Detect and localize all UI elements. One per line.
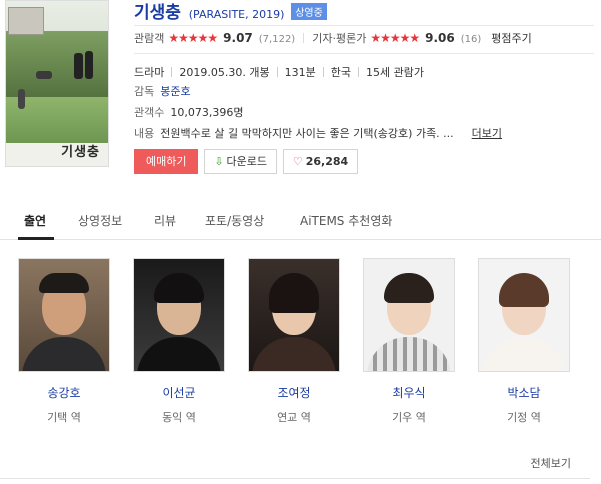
photo-hair [39, 273, 89, 293]
synopsis-row: 내용 전원백수로 살 길 막막하지만 사이는 좋은 기택(송강호) 가족. ...… [134, 125, 502, 141]
divider [134, 53, 594, 54]
audience-value: 10,073,396명 [170, 106, 244, 119]
cast-name[interactable]: 최우식 [363, 384, 455, 401]
cast-role: 기택 역 [47, 411, 81, 424]
active-tab-indicator [18, 237, 54, 240]
cast-photo[interactable] [363, 258, 455, 372]
cast-name[interactable]: 조여정 [248, 384, 340, 401]
rating-row: 관람객 ★★★★★ 9.07 (7,122) 기자·평론가 ★★★★★ 9.06 (16) 평점… [134, 30, 532, 48]
cast-photo[interactable] [18, 258, 110, 372]
director-name[interactable]: 봉준호 [160, 85, 190, 98]
cast-name[interactable]: 박소담 [478, 384, 570, 401]
synopsis-label: 내용 [134, 127, 155, 140]
director-label: 감독 [134, 85, 155, 98]
audience-row: 관객수 10,073,396명 [134, 104, 243, 120]
download-icon: ⇩ [214, 155, 224, 168]
tab-cast[interactable]: 출연 [24, 212, 46, 229]
critic-count: (16) [460, 34, 482, 45]
poster-figure [36, 71, 52, 79]
action-buttons: 예매하기 ⇩ 다운로드 ♡ 26,284 [134, 149, 360, 175]
cast-list: 송강호 기택 역 이선균 동익 역 조여정 연교 역 최우식 기우 역 박소담 … [0, 258, 601, 428]
divider [303, 33, 305, 43]
tab-reviews[interactable]: 리뷰 [154, 212, 176, 229]
divider [134, 25, 594, 26]
cast-name[interactable]: 송강호 [18, 384, 110, 401]
divider [171, 67, 173, 77]
tab-photos-videos[interactable]: 포토/동영상 [205, 212, 264, 229]
divider [276, 67, 278, 77]
synopsis-text: 전원백수로 살 길 막막하지만 사이는 좋은 기택(송강호) 가족. ... [160, 127, 454, 140]
cast-role: 연교 역 [277, 411, 311, 424]
poster-title: 기생충 [61, 145, 100, 160]
movie-title[interactable]: 기생충 [134, 3, 181, 23]
cast-photo[interactable] [133, 258, 225, 372]
meta-row: 드라마 2019.05.30. 개봉 131분 한국 15세 관람가 [134, 64, 424, 80]
cast-name[interactable]: 이선균 [133, 384, 225, 401]
critic-stars-icon: ★★★★★ [370, 31, 420, 45]
like-button[interactable]: ♡ 26,284 [282, 149, 359, 174]
title-row: 기생충 (PARASITE, 2019) 상영중 [134, 0, 327, 23]
cast-photo[interactable] [478, 258, 570, 372]
cast-item[interactable]: 최우식 기우 역 [363, 258, 455, 425]
country[interactable]: 한국 [331, 66, 351, 79]
audience-label: 관객수 [134, 106, 165, 119]
tab-showtimes[interactable]: 상영정보 [78, 212, 122, 229]
director-row: 감독 봉준호 [134, 83, 191, 99]
cast-photo[interactable] [248, 258, 340, 372]
audience-score: 9.07 [223, 31, 253, 45]
cast-role: 기우 역 [392, 411, 426, 424]
heart-icon: ♡ [292, 155, 303, 168]
cast-role: 기정 역 [507, 411, 541, 424]
cast-item[interactable]: 조여정 연교 역 [248, 258, 340, 425]
cast-item[interactable]: 박소담 기정 역 [478, 258, 570, 425]
age-rating: 15세 관람가 [365, 66, 424, 79]
critic-rating-label: 기자·평론가 [312, 32, 367, 45]
runtime: 131분 [284, 66, 316, 79]
audience-rating-label: 관람객 [134, 32, 165, 45]
tab-recommendations[interactable]: AiTEMS 추천영화 [300, 212, 392, 229]
download-button[interactable]: ⇩ 다운로드 [204, 149, 278, 174]
movie-subtitle: (PARASITE, 2019) [188, 8, 285, 21]
view-all-link[interactable]: 전체보기 [531, 455, 571, 471]
divider [0, 478, 590, 479]
tab-bar: 출연 상영정보 리뷰 포토/동영상 AiTEMS 추천영화 [0, 202, 601, 240]
divider [322, 67, 324, 77]
write-rating-link[interactable]: 평점주기 [491, 32, 531, 45]
movie-poster[interactable]: 기생충 [5, 0, 109, 167]
critic-score: 9.06 [425, 31, 455, 45]
poster-figure [85, 51, 93, 79]
download-label: 다운로드 [226, 155, 268, 168]
cast-role: 동익 역 [162, 411, 196, 424]
synopsis-more-link[interactable]: 더보기 [472, 127, 502, 140]
poster-house [8, 7, 44, 35]
poster-figure [18, 89, 25, 109]
cast-item[interactable]: 이선균 동익 역 [133, 258, 225, 425]
status-badge: 상영중 [291, 3, 327, 20]
genre[interactable]: 드라마 [134, 66, 164, 79]
audience-count: (7,122) [258, 34, 296, 45]
buy-ticket-button[interactable]: 예매하기 [134, 149, 199, 174]
audience-stars-icon: ★★★★★ [168, 31, 218, 45]
release-date: 2019.05.30. 개봉 [179, 66, 270, 79]
like-count: 26,284 [305, 155, 349, 168]
divider [357, 67, 359, 77]
cast-item[interactable]: 송강호 기택 역 [18, 258, 110, 425]
poster-figure [74, 53, 83, 79]
